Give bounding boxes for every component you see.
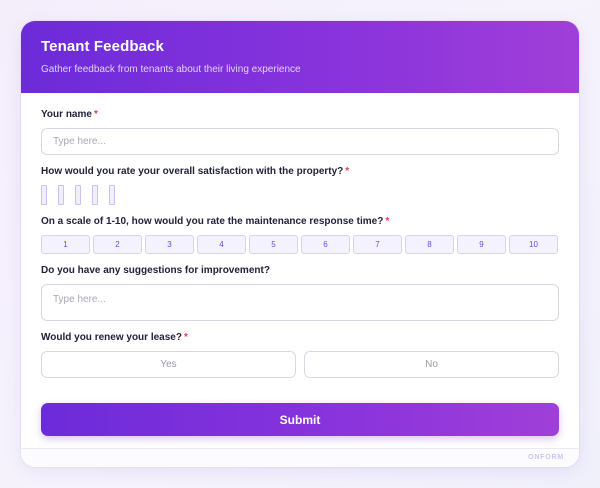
scale-option-10[interactable]: 10 [509,235,558,254]
scale-option-1[interactable]: 1 [41,235,90,254]
scale-option-2[interactable]: 2 [93,235,142,254]
form-card: Tenant Feedback Gather feedback from ten… [21,21,579,467]
rating-star-3[interactable] [75,185,81,205]
rating-star-1[interactable] [41,185,47,205]
suggestions-field-group: Do you have any suggestions for improvem… [41,265,559,321]
scale-option-4[interactable]: 4 [197,235,246,254]
rating-star-4[interactable] [92,185,98,205]
scale-option-3[interactable]: 3 [145,235,194,254]
satisfaction-field-group: How would you rate your overall satisfac… [41,166,559,205]
maintenance-scale: 1 2 3 4 5 6 7 8 9 10 [41,235,559,254]
rating-star-5[interactable] [109,185,115,205]
maintenance-label: On a scale of 1-10, how would you rate t… [41,216,390,227]
submit-button[interactable]: Submit [41,403,559,436]
renew-field-group: Would you renew your lease? * Yes No [41,332,559,378]
scale-option-9[interactable]: 9 [457,235,506,254]
required-marker: * [345,166,350,177]
required-marker: * [385,216,390,227]
scale-option-7[interactable]: 7 [353,235,402,254]
name-label: Your name * [41,109,98,120]
maintenance-field-group: On a scale of 1-10, how would you rate t… [41,216,559,254]
scale-option-6[interactable]: 6 [301,235,350,254]
scale-option-8[interactable]: 8 [405,235,454,254]
brand-logo: ONFORM [528,454,564,461]
satisfaction-label: How would you rate your overall satisfac… [41,166,350,177]
name-field-group: Your name * [41,109,559,155]
renew-yes-button[interactable]: Yes [41,351,296,378]
name-input[interactable] [41,128,559,155]
required-marker: * [93,109,98,120]
form-body: Your name* How would you rate your overa… [21,93,579,378]
scale-option-5[interactable]: 5 [249,235,298,254]
form-footer: ONFORM [21,448,579,467]
satisfaction-rating [41,185,559,205]
renew-options: Yes No [41,351,559,378]
renew-no-button[interactable]: No [304,351,559,378]
form-title: Tenant Feedback [41,38,164,55]
renew-label: Would you renew your lease? * [41,332,188,343]
suggestions-textarea[interactable] [41,284,559,321]
required-marker: * [183,332,188,343]
form-subtitle: Gather feedback from tenants about their… [41,64,301,75]
form-header: Tenant Feedback Gather feedback from ten… [21,21,579,93]
suggestions-label: Do you have any suggestions for improvem… [41,265,270,276]
rating-star-2[interactable] [58,185,64,205]
